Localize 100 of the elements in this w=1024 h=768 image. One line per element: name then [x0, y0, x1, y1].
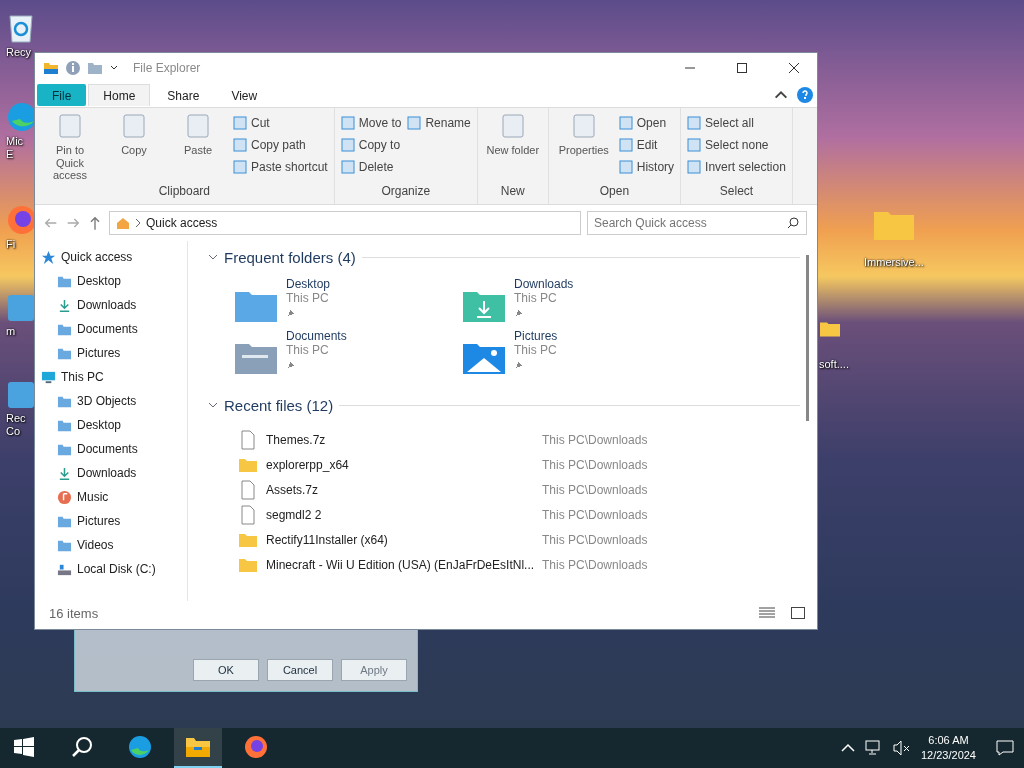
- file-name[interactable]: Minecraft - Wii U Edition (USA) (EnJaFrDeEsItNl...: [266, 557, 534, 572]
- ribbon-button[interactable]: Copy to: [340, 134, 402, 156]
- section-heading[interactable]: Frequent folders (4): [224, 248, 356, 266]
- ribbon-button[interactable]: Select all: [687, 112, 786, 134]
- desktop-icon-label: Mic E: [6, 135, 24, 162]
- file-location: This PC\Downloads: [542, 532, 648, 547]
- nav-item[interactable]: Quick access: [41, 245, 187, 269]
- nav-item[interactable]: Desktop: [41, 269, 187, 293]
- search-field[interactable]: Search Quick access: [587, 211, 807, 235]
- taskbar-button[interactable]: [174, 728, 222, 768]
- ribbon-button[interactable]: Pin to Quick access: [41, 112, 99, 182]
- notification-icon[interactable]: [996, 740, 1014, 756]
- ribbon-button[interactable]: History: [618, 156, 675, 178]
- square-icon: [618, 138, 633, 152]
- edge-icon[interactable]: [6, 101, 34, 134]
- new-folder-icon[interactable]: [87, 60, 103, 76]
- app-icon[interactable]: [6, 292, 34, 323]
- ribbon-button[interactable]: Rename: [407, 112, 471, 134]
- pin-icon: [286, 360, 296, 370]
- page-icon: [56, 112, 84, 140]
- nav-item[interactable]: Videos: [41, 533, 187, 557]
- folder-name[interactable]: Documents: [286, 329, 347, 343]
- folder-name[interactable]: Downloads: [514, 277, 574, 291]
- nav-item[interactable]: Documents: [41, 437, 187, 461]
- help-icon[interactable]: [797, 87, 813, 103]
- file-tab[interactable]: File: [37, 84, 87, 106]
- address-bar[interactable]: Quick access: [109, 211, 581, 235]
- folder-icon: [185, 736, 211, 758]
- chevron-up-icon[interactable]: [840, 743, 855, 753]
- nav-item[interactable]: This PC: [41, 365, 187, 389]
- ribbon-button[interactable]: Paste: [169, 112, 227, 182]
- square-icon: [233, 160, 247, 174]
- network-icon[interactable]: [864, 740, 883, 756]
- pictures-folder-icon[interactable]: [462, 341, 506, 375]
- chevron-down-icon[interactable]: [208, 254, 218, 260]
- dialog-button[interactable]: Cancel: [267, 658, 333, 681]
- scrollbar[interactable]: [806, 255, 809, 421]
- file-icon: [238, 504, 258, 525]
- ribbon-group-label: New: [499, 184, 526, 198]
- square-icon: [233, 116, 247, 130]
- square-icon: [340, 116, 355, 130]
- nav-item[interactable]: Pictures: [41, 341, 187, 365]
- ribbon-button[interactable]: New folder: [483, 112, 542, 182]
- ribbon-button[interactable]: Invert selection: [687, 156, 786, 178]
- page-icon: [120, 112, 148, 140]
- ribbon-group-label: Open: [598, 184, 631, 198]
- file-location: This PC\Downloads: [542, 457, 648, 472]
- nav-item[interactable]: 3D Objects: [41, 389, 187, 413]
- tiles-view-icon[interactable]: [791, 607, 805, 619]
- nav-item[interactable]: Downloads: [41, 461, 187, 485]
- nav-item[interactable]: Pictures: [41, 509, 187, 533]
- download-folder-icon[interactable]: [462, 289, 506, 323]
- details-view-icon[interactable]: [759, 607, 775, 619]
- nav-item[interactable]: Documents: [41, 317, 187, 341]
- window-title: File Explorer: [132, 61, 201, 75]
- clock-time[interactable]: 6:06 AM: [928, 732, 969, 748]
- ribbon-tab[interactable]: View: [216, 84, 273, 106]
- ribbon-button[interactable]: Delete: [340, 156, 402, 178]
- folder-location: This PC: [286, 343, 330, 357]
- ribbon-button[interactable]: Copy: [105, 112, 163, 182]
- firefox-icon[interactable]: [6, 203, 34, 236]
- nav-item[interactable]: Music: [41, 485, 187, 509]
- desktop-folder-icon[interactable]: [234, 289, 278, 323]
- file-name[interactable]: Rectify11Installer (x64): [266, 532, 534, 547]
- ribbon-button[interactable]: Move to: [340, 112, 402, 134]
- chevron-down-icon[interactable]: [208, 402, 218, 408]
- nav-item[interactable]: Local Disk (C:): [41, 557, 187, 581]
- ribbon-button[interactable]: Properties: [554, 112, 613, 182]
- dialog-button[interactable]: OK: [193, 658, 259, 681]
- app-icon[interactable]: [6, 379, 34, 410]
- square-icon: [340, 138, 355, 152]
- folder-location: This PC: [514, 343, 558, 357]
- file-name[interactable]: explorerpp_x64: [266, 457, 534, 472]
- file-name[interactable]: Themes.7z: [266, 432, 534, 447]
- download-icon: [57, 465, 72, 481]
- search-icon[interactable]: [787, 217, 799, 229]
- section-heading[interactable]: Recent files (12): [224, 396, 334, 414]
- info-icon[interactable]: [65, 60, 81, 76]
- nav-item[interactable]: Downloads: [41, 293, 187, 317]
- ribbon-button[interactable]: Open: [618, 112, 675, 134]
- folder-name[interactable]: Desktop: [286, 277, 331, 291]
- ribbon-button[interactable]: Copy path: [233, 134, 328, 156]
- ribbon-button[interactable]: Paste shortcut: [233, 156, 328, 178]
- file-name[interactable]: Assets.7z: [266, 482, 534, 497]
- muted-speaker-icon[interactable]: [892, 740, 911, 756]
- folder-location: This PC: [514, 291, 558, 305]
- desktop-icon-label: Rec Co: [6, 411, 26, 439]
- edge-icon: [128, 735, 152, 759]
- ribbon-tab[interactable]: Share: [152, 84, 215, 106]
- documents-folder-icon[interactable]: [234, 341, 278, 375]
- clock-date[interactable]: 12/23/2024: [920, 748, 976, 764]
- item-count: 16 items: [49, 605, 99, 621]
- ribbon-button[interactable]: Edit: [618, 134, 675, 156]
- nav-item[interactable]: Desktop: [41, 413, 187, 437]
- folder-name[interactable]: Pictures: [514, 329, 558, 343]
- file-name[interactable]: segmdl2 2: [266, 507, 534, 522]
- ribbon-tab[interactable]: Home: [88, 84, 151, 106]
- ribbon-button[interactable]: Select none: [687, 134, 786, 156]
- ribbon-button[interactable]: Cut: [233, 112, 328, 134]
- search-icon: [71, 736, 93, 758]
